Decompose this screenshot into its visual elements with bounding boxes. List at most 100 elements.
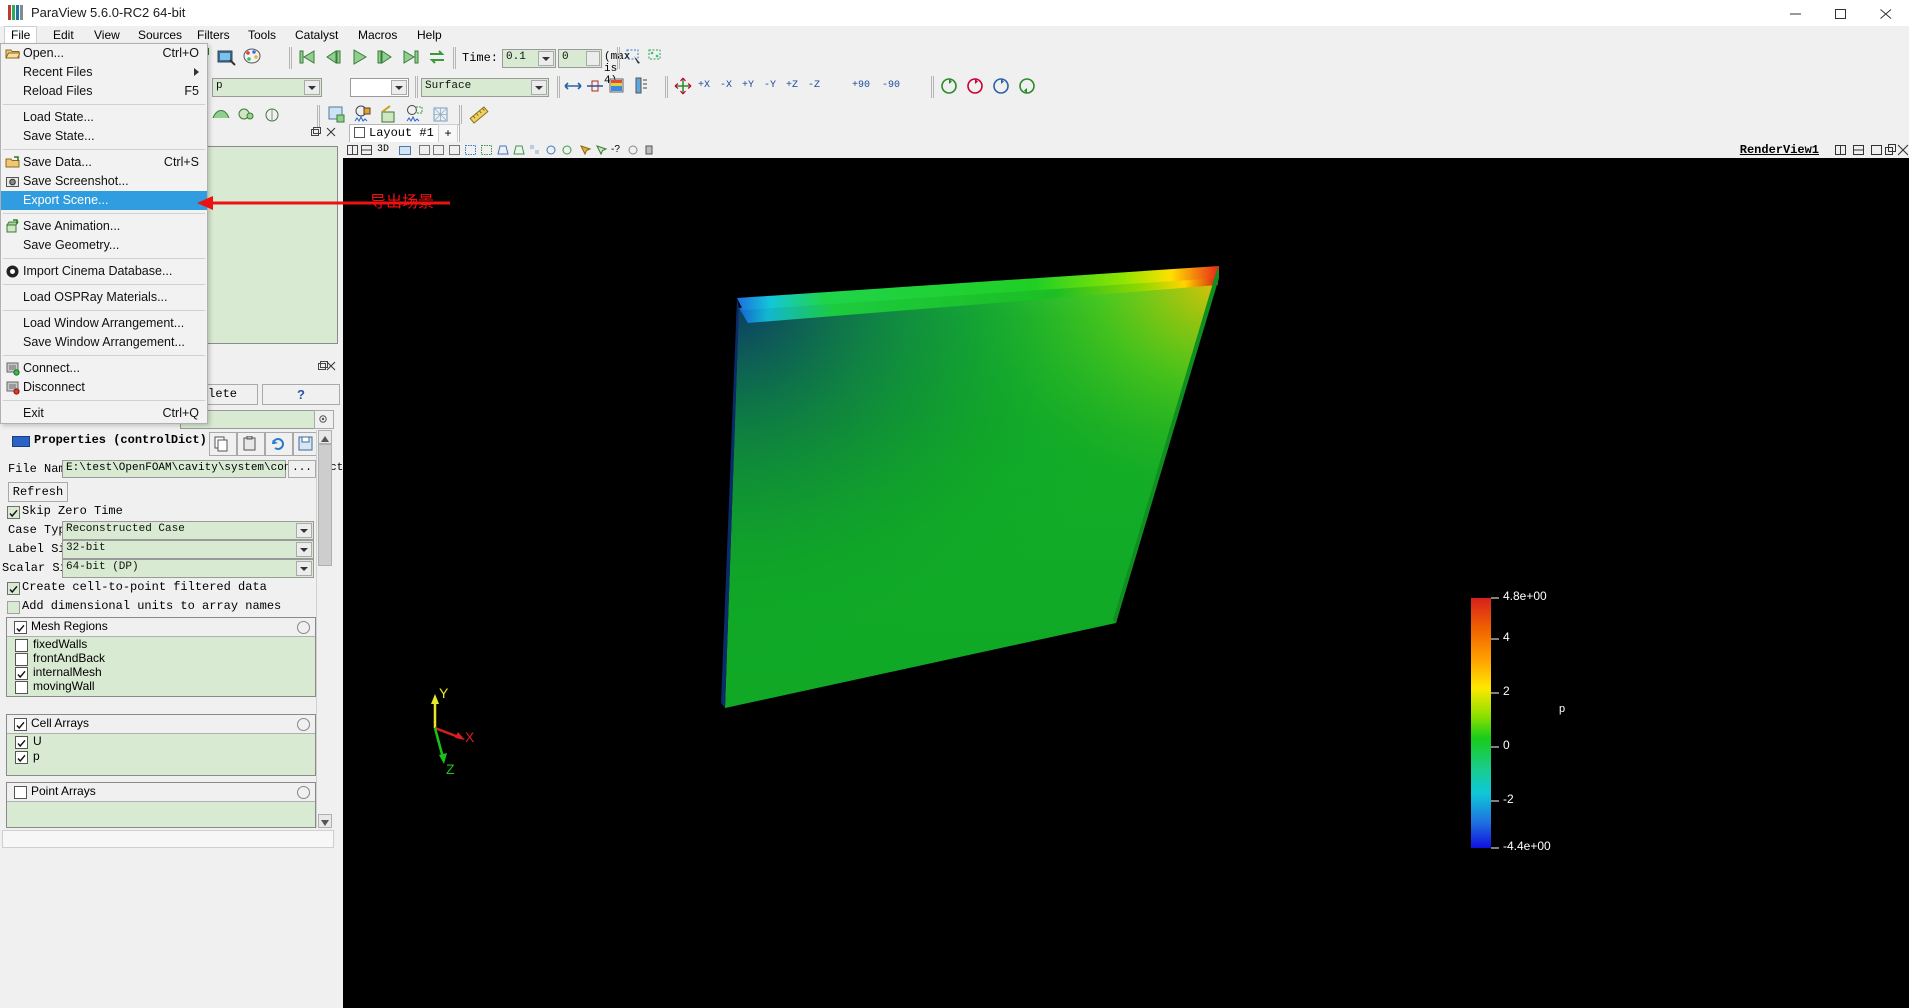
rotate-view-3-icon[interactable] <box>990 75 1014 99</box>
color-palette-icon[interactable] <box>242 46 266 70</box>
menu-macros[interactable]: Macros <box>351 26 404 44</box>
point-arrays-toggle-icon[interactable] <box>297 786 310 799</box>
file-browse-button[interactable]: ... <box>288 460 316 478</box>
cell-array-p-checkbox[interactable] <box>15 751 28 764</box>
menu-item-save-window-arrangement[interactable]: Save Window Arrangement... <box>1 333 207 352</box>
render-view-canvas[interactable]: Y X Z <box>343 158 1909 1008</box>
point-arrays-header[interactable]: Point Arrays <box>7 783 315 802</box>
camera-minus-y-label[interactable]: -Y <box>764 80 776 91</box>
toolbar-handle[interactable] <box>316 105 322 127</box>
select-frustum-points-icon[interactable] <box>513 144 525 156</box>
chevron-down-icon[interactable] <box>304 80 320 95</box>
refresh-button[interactable]: Refresh <box>8 482 68 502</box>
file-name-input[interactable]: E:\test\OpenFOAM\cavity\system\controlDi… <box>62 460 343 478</box>
menu-item-import-cinema[interactable]: Import Cinema Database... <box>1 262 207 281</box>
chevron-down-icon[interactable] <box>296 561 312 576</box>
mesh-regions-toggle-icon[interactable] <box>297 621 310 634</box>
mesh-region-movingwall-checkbox[interactable] <box>15 681 28 694</box>
menu-help[interactable]: Help <box>410 26 449 44</box>
array-component-combo[interactable] <box>350 78 409 97</box>
menu-item-disconnect[interactable]: Disconnect <box>1 378 207 397</box>
scroll-up-arrow-icon[interactable] <box>318 430 332 444</box>
menu-view[interactable]: View <box>87 26 127 44</box>
previous-frame-button[interactable] <box>322 46 346 70</box>
chevron-down-icon[interactable] <box>531 80 547 95</box>
rotate-minus-90-label[interactable]: -90 <box>882 80 900 91</box>
rotate-view-4-icon[interactable] <box>1016 75 1040 99</box>
menu-item-save-screenshot[interactable]: Save Screenshot... <box>1 172 207 191</box>
cell-arrays-header-checkbox[interactable] <box>14 718 27 731</box>
mesh-region-internalmesh-checkbox[interactable] <box>15 667 28 680</box>
clip-filter-icon[interactable] <box>262 104 286 128</box>
play-button[interactable] <box>348 46 372 70</box>
scalar-size-combo[interactable]: 64-bit (DP) <box>62 559 314 578</box>
split-horizontal-icon[interactable] <box>347 144 359 156</box>
clear-selection-icon[interactable] <box>627 144 639 156</box>
add-layout-tab-button[interactable]: + <box>438 124 458 143</box>
mesh-regions-header-checkbox[interactable] <box>14 621 27 634</box>
camera-minus-x-label[interactable]: -X <box>720 80 732 91</box>
toolbar-handle[interactable] <box>452 47 458 69</box>
copy-properties-button[interactable] <box>209 432 237 456</box>
camera-plus-y-label[interactable]: +Y <box>742 80 754 91</box>
cell-arrays-toggle-icon[interactable] <box>297 718 310 731</box>
view-undock-icon[interactable] <box>1885 144 1897 156</box>
toolbar-handle[interactable] <box>664 76 670 98</box>
select-surface-cells-icon[interactable] <box>465 144 477 156</box>
frame-index-spinbox[interactable]: 0 <box>558 49 602 68</box>
orientation-axes-widget[interactable]: Y X Z <box>431 685 475 777</box>
properties-scrollbar[interactable] <box>316 430 332 828</box>
select-points-icon[interactable] <box>646 46 670 70</box>
toolbar-handle[interactable] <box>930 76 936 98</box>
delete-selection-icon[interactable] <box>643 144 655 156</box>
minimize-button[interactable] <box>1774 0 1819 26</box>
chevron-down-icon[interactable] <box>391 80 407 95</box>
scroll-down-arrow-icon[interactable] <box>318 814 332 828</box>
menu-item-save-animation[interactable]: Save Animation... <box>1 217 207 236</box>
interactive-select-cells-icon[interactable] <box>545 144 557 156</box>
select-surface-points-icon[interactable] <box>481 144 493 156</box>
calculator-filter-icon[interactable] <box>210 104 234 128</box>
mesh-regions-list[interactable]: Mesh Regions fixedWalls frontAndBack int… <box>6 617 316 697</box>
menu-sources[interactable]: Sources <box>131 26 189 44</box>
menu-item-load-window-arrangement[interactable]: Load Window Arrangement... <box>1 314 207 333</box>
pipeline-close-icon[interactable] <box>326 126 336 137</box>
menu-item-exit[interactable]: Exit Ctrl+Q <box>1 404 207 423</box>
menu-item-save-data[interactable]: Save Data... Ctrl+S <box>1 153 207 172</box>
hover-cells-icon[interactable] <box>579 144 592 156</box>
mesh-regions-header[interactable]: Mesh Regions <box>7 618 315 637</box>
help-button[interactable]: ? <box>262 384 340 405</box>
rescale-to-data-range-icon[interactable] <box>562 75 586 99</box>
view-maximize-icon[interactable] <box>1871 144 1883 156</box>
toolbar-handle[interactable] <box>616 47 622 69</box>
case-type-combo[interactable]: Reconstructed Case <box>62 521 314 540</box>
menu-item-export-scene[interactable]: Export Scene... <box>1 191 207 210</box>
menu-item-connect[interactable]: Connect... <box>1 359 207 378</box>
scroll-thumb[interactable] <box>318 444 332 566</box>
rotate-view-2-icon[interactable] <box>964 75 988 99</box>
reset-properties-button[interactable] <box>265 432 293 456</box>
chevron-down-icon[interactable] <box>296 523 312 538</box>
select-cells-icon[interactable] <box>624 46 648 70</box>
chevron-down-icon[interactable] <box>296 542 312 557</box>
camera-plus-z-label[interactable]: +Z <box>786 80 798 91</box>
point-arrays-header-checkbox[interactable] <box>14 786 27 799</box>
cell-array-u-checkbox[interactable] <box>15 736 28 749</box>
properties-advanced-gear-icon[interactable] <box>314 410 334 429</box>
cell-arrays-list[interactable]: Cell Arrays U p <box>6 714 316 776</box>
point-arrays-list[interactable]: Point Arrays <box>6 782 316 828</box>
time-value-combo[interactable]: 0.1 <box>502 49 556 68</box>
select-help-icon[interactable]: -? <box>611 144 623 156</box>
menu-item-save-geometry[interactable]: Save Geometry... <box>1 236 207 255</box>
maximize-button[interactable] <box>1819 0 1864 26</box>
toggle-3d-button[interactable]: 3D <box>377 144 397 156</box>
mesh-region-frontandback-checkbox[interactable] <box>15 653 28 666</box>
camera-plus-x-label[interactable]: +X <box>698 80 710 91</box>
menu-tools[interactable]: Tools <box>241 26 283 44</box>
select-frustum-cells-icon[interactable] <box>497 144 509 156</box>
menu-catalyst[interactable]: Catalyst <box>288 26 345 44</box>
interactive-select-points-icon[interactable] <box>561 144 573 156</box>
paste-properties-button[interactable] <box>237 432 265 456</box>
menu-item-save-state[interactable]: Save State... <box>1 127 207 146</box>
camera-minus-z-label[interactable]: -Z <box>808 80 820 91</box>
